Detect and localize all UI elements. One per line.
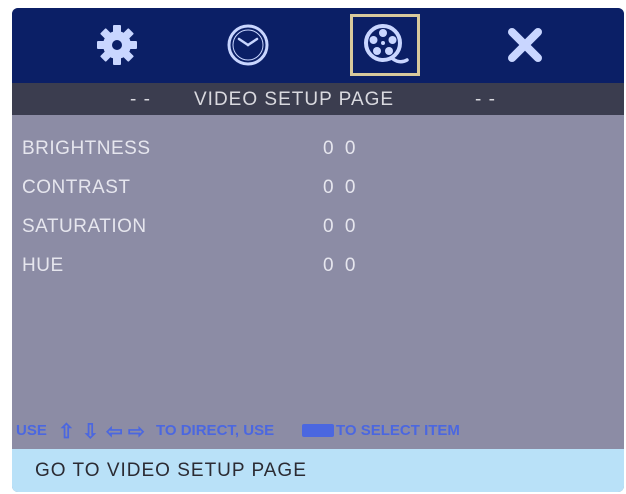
menu-item-label: HUE <box>22 255 64 276</box>
navigation-hint: USE ⇧ ⇩ ⇦ ⇨ TO DIRECT, USE TO SELECT ITE… <box>12 416 624 446</box>
menu-item-label: BRIGHTNESS <box>22 138 151 159</box>
exit-setup-tab[interactable] <box>490 14 560 76</box>
arrow-down-icon: ⇩ <box>82 421 99 443</box>
menu-item-value: 0 0 <box>323 138 359 159</box>
setup-icon-bar <box>12 8 624 83</box>
page-title: VIDEO SETUP PAGE <box>194 89 395 110</box>
status-bar: GO TO VIDEO SETUP PAGE <box>12 449 624 492</box>
dvd-setup-screen: - - VIDEO SETUP PAGE - - BRIGHTNESS 0 0 … <box>12 8 624 492</box>
enter-key-icon <box>302 424 334 437</box>
menu-item-contrast[interactable]: CONTRAST 0 0 <box>12 169 624 208</box>
hint-select-text: TO SELECT ITEM <box>336 422 460 439</box>
hint-use-text: USE <box>16 422 47 439</box>
video-settings-list: BRIGHTNESS 0 0 CONTRAST 0 0 SATURATION 0… <box>12 130 624 286</box>
menu-item-value: 0 0 <box>323 255 359 276</box>
page-title-bar: - - VIDEO SETUP PAGE - - <box>12 83 624 115</box>
clock-icon <box>227 24 269 66</box>
menu-item-saturation[interactable]: SATURATION 0 0 <box>12 208 624 247</box>
arrow-right-icon: ⇨ <box>128 421 145 443</box>
arrow-left-icon: ⇦ <box>106 421 123 443</box>
hint-direct-text: TO DIRECT, USE <box>156 422 275 439</box>
menu-item-hue[interactable]: HUE 0 0 <box>12 247 624 286</box>
title-left-dashes: - - <box>130 89 151 110</box>
menu-item-value: 0 0 <box>323 177 359 198</box>
general-setup-tab[interactable] <box>82 14 152 76</box>
title-right-dashes: - - <box>475 89 496 110</box>
menu-item-label: CONTRAST <box>22 177 131 198</box>
film-reel-icon <box>364 24 409 64</box>
menu-item-value: 0 0 <box>323 216 359 237</box>
gear-icon <box>97 25 137 65</box>
arrow-up-icon: ⇧ <box>58 421 75 443</box>
menu-item-label: SATURATION <box>22 216 147 237</box>
menu-item-brightness[interactable]: BRIGHTNESS 0 0 <box>12 130 624 169</box>
video-setup-tab[interactable] <box>350 14 420 76</box>
time-setup-tab[interactable] <box>213 14 283 76</box>
close-icon <box>508 28 542 62</box>
status-text: GO TO VIDEO SETUP PAGE <box>35 460 307 481</box>
